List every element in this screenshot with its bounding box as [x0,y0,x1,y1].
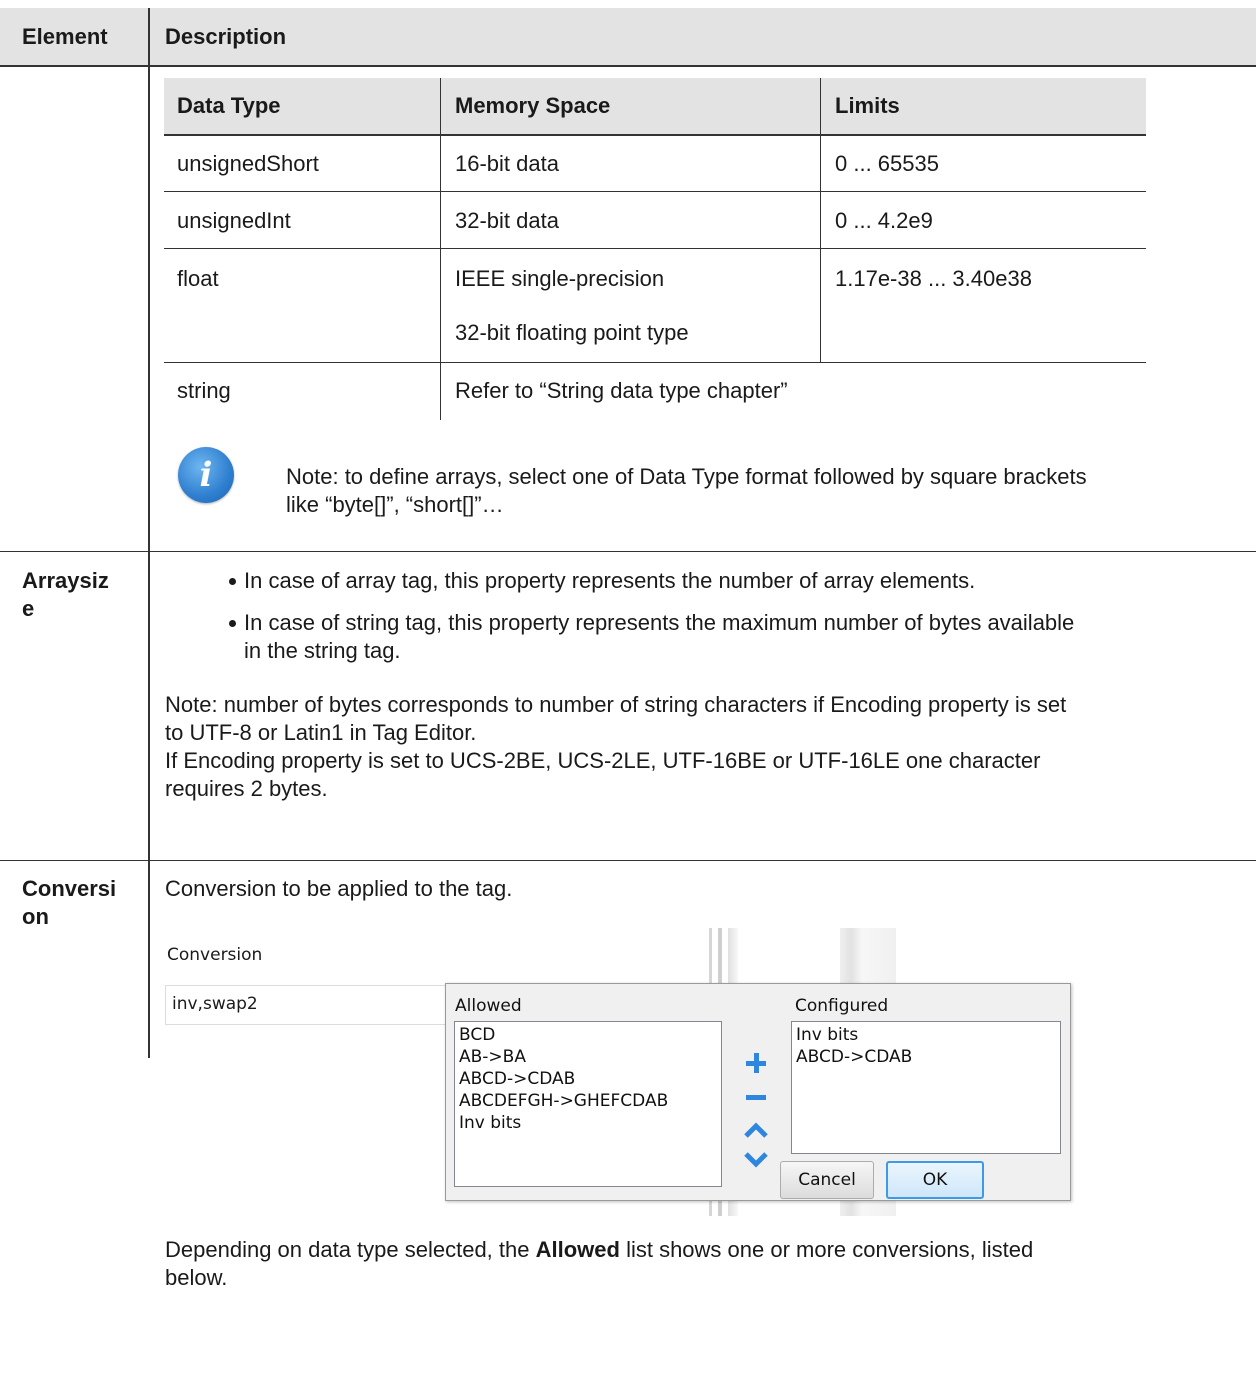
arraysize-bullet-1: In case of array tag, this property repr… [244,568,976,593]
inner-row-border [164,191,1146,192]
th-memory-space: Memory Space [455,93,611,118]
ok-button[interactable]: OK [886,1161,984,1199]
cell-type: string [177,378,231,403]
allowed-item[interactable]: BCD [459,1024,495,1046]
column-divider [148,8,150,1058]
arraysize-note-2: to UTF-8 or Latin1 in Tag Editor. [165,720,477,745]
allowed-item[interactable]: Inv bits [459,1112,521,1134]
cell-type: unsignedInt [177,208,291,233]
cancel-button[interactable]: Cancel [780,1161,874,1199]
cell-limits: 0 ... 4.2e9 [835,208,933,233]
minus-icon[interactable] [744,1094,768,1102]
arraysize-note-3: If Encoding property is set to UCS-2BE, … [165,748,1041,773]
info-icon: i [178,447,234,503]
conversion-field-value: inv,swap2 [172,994,258,1014]
bullet-icon [229,620,236,627]
label-arraysize: Arraysiz [22,568,109,593]
chevron-down-icon[interactable] [743,1151,769,1169]
conversion-dialog: Allowed BCD AB->BA ABCD->CDAB ABCDEFGH->… [445,983,1071,1201]
configured-list[interactable]: Inv bits ABCD->CDAB [791,1021,1061,1154]
conversion-footer-line2: below. [165,1265,228,1290]
cell-memory: Refer to “String data type chapter” [455,378,788,403]
note-arrays-line1: Note: to define arrays, select one of Da… [286,464,1087,489]
arraysize-bullet-2-cont: in the string tag. [244,638,401,663]
conversion-intro: Conversion to be applied to the tag. [165,876,513,901]
arraysize-note-4: requires 2 bytes. [165,776,328,801]
inner-col-divider [820,78,821,362]
cell-limits: 0 ... 65535 [835,151,939,176]
arraysize-bullet-2: In case of string tag, this property rep… [244,610,1075,635]
cell-type: float [177,266,219,291]
cell-limits: 1.17e-38 ... 3.40e38 [835,266,1032,291]
cell-memory-line2: 32-bit floating point type [455,320,689,345]
label-arraysize-cont: e [22,596,35,621]
label-conversion-cont: on [22,904,49,929]
bullet-icon [229,578,236,585]
th-limits: Limits [835,93,900,118]
allowed-item[interactable]: ABCD->CDAB [459,1068,575,1090]
arraysize-note-1: Note: number of bytes corresponds to num… [165,692,1067,717]
allowed-item[interactable]: AB->BA [459,1046,526,1068]
row-divider [0,551,1256,552]
configured-item[interactable]: ABCD->CDAB [796,1046,912,1068]
configured-item[interactable]: Inv bits [796,1024,858,1046]
allowed-list[interactable]: BCD AB->BA ABCD->CDAB ABCDEFGH->GHEFCDAB… [454,1021,722,1187]
inner-col-divider [440,78,441,420]
allowed-item[interactable]: ABCDEFGH->GHEFCDAB [459,1090,668,1112]
configured-label: Configured [795,996,889,1016]
allowed-label: Allowed [455,996,522,1016]
th-data-type: Data Type [177,93,281,118]
cell-memory: IEEE single-precision [455,266,665,291]
inner-header-border [164,134,1146,136]
conversion-footer-line1: Depending on data type selected, the All… [165,1237,1034,1262]
data-type-table-header [164,78,1146,134]
inner-row-border [164,362,1146,363]
row-divider [0,860,1256,861]
plus-icon[interactable] [744,1051,768,1075]
conversion-field-label: Conversion [167,945,263,965]
cell-memory: 32-bit data [455,208,559,233]
inner-row-border [164,248,1146,249]
cell-memory: 16-bit data [455,151,559,176]
label-conversion: Conversi [22,876,117,901]
cell-type: unsignedShort [177,151,319,176]
header-description: Description [165,24,287,49]
header-element: Element [22,24,108,49]
note-arrays-line2: like “byte[]”, “short[]”… [286,492,504,517]
chevron-up-icon[interactable] [743,1121,769,1139]
header-bottom-border [0,65,1256,67]
conversion-field[interactable]: inv,swap2 [165,985,450,1025]
